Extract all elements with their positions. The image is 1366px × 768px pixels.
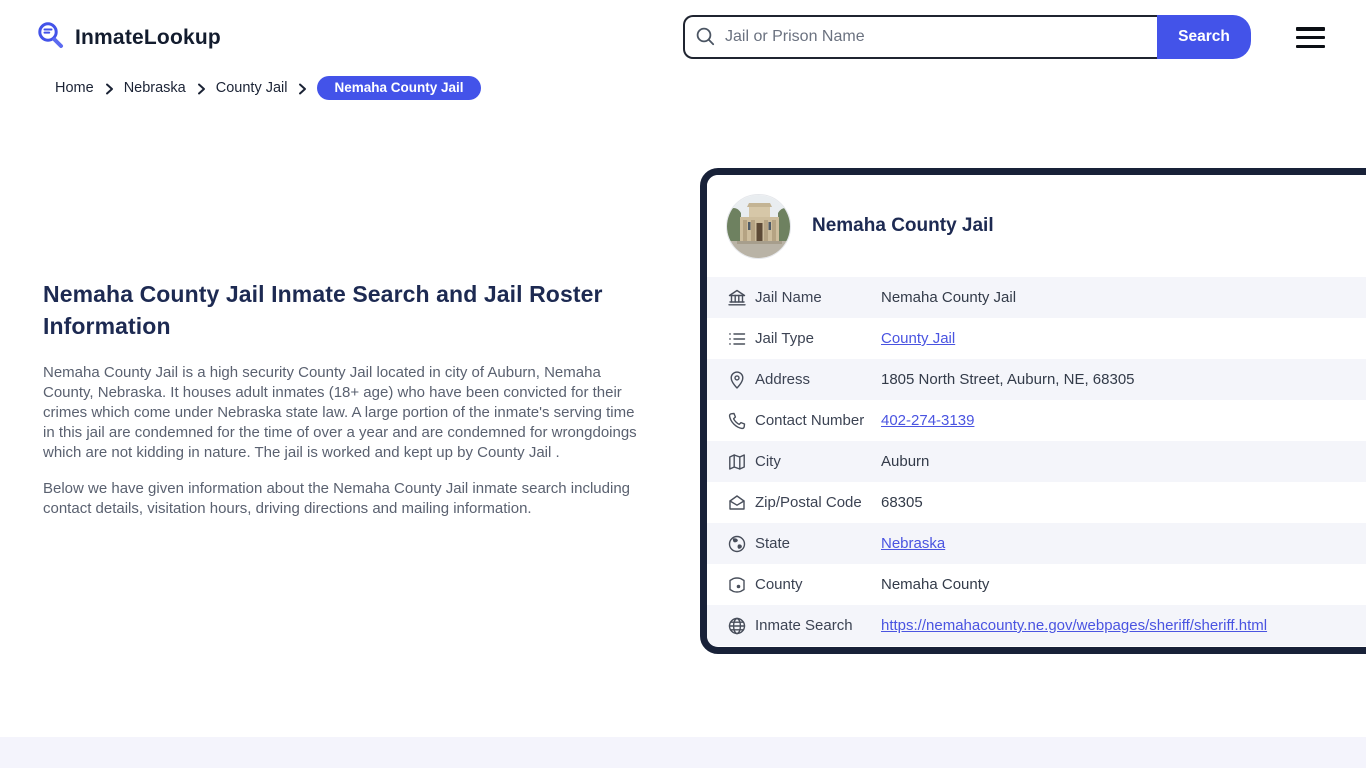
map-icon — [729, 453, 745, 470]
globe-web-icon — [728, 617, 746, 634]
table-row-zip: Zip/Postal Code 68305 — [707, 482, 1366, 523]
brand-logo[interactable]: InmateLookup — [35, 20, 221, 56]
map-pin-icon — [730, 370, 744, 389]
article-paragraph: Below we have given information about th… — [43, 480, 630, 517]
page-title: Nemaha County Jail Inmate Search and Jai… — [43, 281, 603, 339]
chevron-right-icon — [105, 83, 113, 94]
top-bar: InmateLookup Search — [0, 0, 1366, 74]
table-row-city: City Auburn — [707, 441, 1366, 482]
row-value: 1805 North Street, Auburn, NE, 68305 — [881, 371, 1135, 388]
table-row-jail-name: Jail Name Nemaha County Jail — [707, 277, 1366, 318]
inmate-search-link[interactable]: https://nemahacounty.ne.gov/webpages/she… — [881, 617, 1267, 634]
jail-photo-avatar — [726, 193, 791, 259]
jail-info-card: Nemaha County Jail Jail Name Nemaha Coun… — [700, 168, 1366, 654]
brand-name: InmateLookup — [75, 26, 221, 49]
menu-icon[interactable] — [1296, 27, 1325, 48]
article: Nemaha County Jail Inmate Search and Jai… — [43, 278, 639, 519]
row-label: City — [755, 453, 781, 470]
row-label: County — [755, 576, 803, 593]
footer-strip — [0, 737, 1366, 768]
breadcrumb-current-badge: Nemaha County Jail — [317, 76, 481, 100]
table-row-jail-type: Jail Type County Jail — [707, 318, 1366, 359]
row-label: Jail Name — [755, 289, 822, 306]
row-label: Inmate Search — [755, 617, 853, 634]
chevron-right-icon — [197, 83, 205, 94]
table-row-address: Address 1805 North Street, Auburn, NE, 6… — [707, 359, 1366, 400]
row-label: Address — [755, 371, 811, 388]
globe-land-icon — [728, 535, 746, 552]
jail-card-rows: Jail Name Nemaha County Jail Jail Type C… — [707, 277, 1366, 646]
breadcrumb-nebraska[interactable]: Nebraska — [124, 80, 186, 96]
search-bar: Search — [683, 15, 1251, 59]
jail-card-title: Nemaha County Jail — [812, 215, 994, 236]
chevron-right-icon — [299, 83, 307, 94]
article-paragraph: Nemaha County Jail is a high security Co… — [43, 364, 637, 461]
jail-type-link[interactable]: County Jail — [881, 330, 955, 347]
table-row-inmate-search: Inmate Search https://nemahacounty.ne.go… — [707, 605, 1366, 646]
row-value: Nemaha County Jail — [881, 289, 1017, 306]
row-value: Nemaha County — [881, 576, 990, 593]
search-input[interactable] — [683, 15, 1157, 59]
table-row-contact-number: Contact Number 402-274-3139 — [707, 400, 1366, 441]
state-link[interactable]: Nebraska — [881, 535, 945, 552]
row-label: Contact Number — [755, 412, 865, 429]
row-value: Auburn — [881, 453, 930, 470]
list-icon — [729, 332, 746, 345]
mail-icon — [729, 494, 745, 510]
row-label: State — [755, 535, 791, 552]
map-marker-icon — [729, 576, 745, 593]
row-value: 68305 — [881, 494, 923, 511]
row-label: Zip/Postal Code — [755, 494, 862, 511]
breadcrumb: Home Nebraska County Jail Nemaha County … — [55, 76, 481, 100]
jail-card-header: Nemaha County Jail — [707, 175, 1366, 277]
contact-number-link[interactable]: 402-274-3139 — [881, 412, 974, 429]
table-row-state: State Nebraska — [707, 523, 1366, 564]
row-label: Jail Type — [755, 330, 814, 347]
search-button[interactable]: Search — [1157, 15, 1251, 59]
table-row-county: County Nemaha County — [707, 564, 1366, 605]
bank-icon — [728, 289, 746, 305]
breadcrumb-home[interactable]: Home — [55, 80, 94, 96]
breadcrumb-county-jail[interactable]: County Jail — [216, 80, 288, 96]
phone-icon — [728, 412, 746, 429]
magnifier-logo-icon — [35, 20, 66, 56]
